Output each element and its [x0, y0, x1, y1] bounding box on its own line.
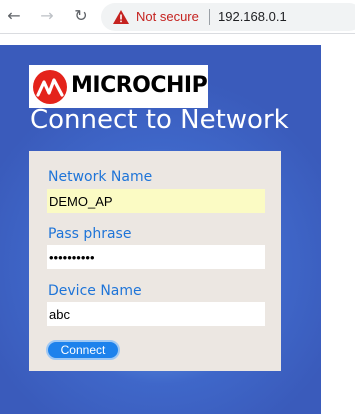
back-arrow-icon[interactable]: ← [3, 5, 25, 27]
warning-icon[interactable] [112, 8, 130, 26]
network-form: Network Name Pass phrase Device Name Con… [29, 151, 281, 371]
pass-phrase-input[interactable] [47, 245, 265, 269]
device-name-input[interactable] [47, 302, 265, 326]
browser-toolbar: ← → ↻ Not secure 192.168.0.1 [0, 0, 355, 34]
connect-button[interactable]: Connect [46, 340, 120, 360]
network-name-input[interactable] [47, 189, 265, 213]
pass-phrase-label: Pass phrase [48, 226, 132, 242]
page-title: Connect to Network [30, 105, 289, 135]
forward-arrow-icon[interactable]: → [36, 5, 58, 27]
device-name-label: Device Name [48, 283, 142, 299]
logo-wordmark: MICROCHIP [71, 73, 208, 98]
address-bar[interactable]: Not secure 192.168.0.1 [101, 3, 355, 31]
page-margin [321, 45, 355, 414]
microchip-logo-mark-icon [33, 70, 67, 104]
microchip-logo: MICROCHIP [29, 65, 208, 108]
reload-icon[interactable]: ↻ [70, 5, 92, 27]
security-status-label[interactable]: Not secure [136, 9, 199, 24]
network-name-label: Network Name [48, 169, 153, 185]
address-bar-divider [209, 9, 210, 25]
url-text[interactable]: 192.168.0.1 [218, 9, 287, 24]
